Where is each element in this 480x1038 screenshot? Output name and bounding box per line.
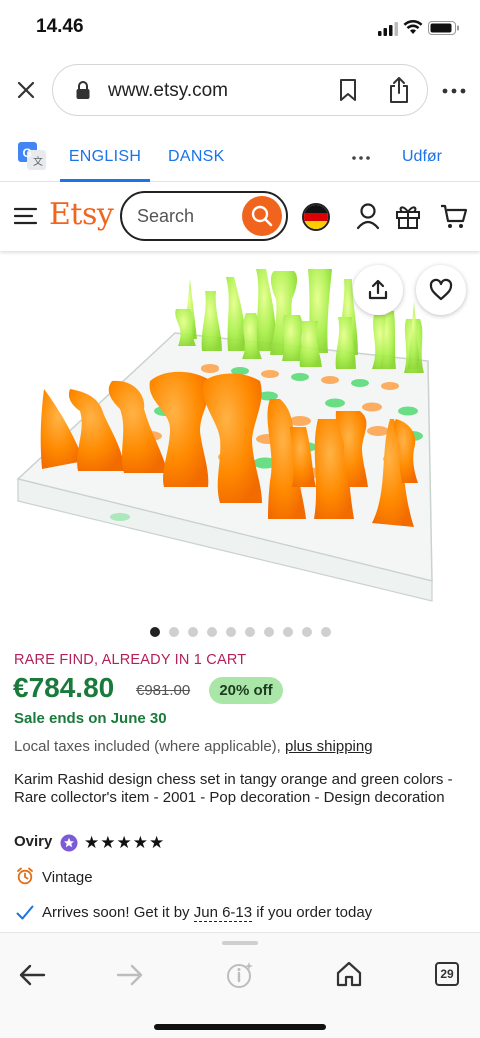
cart-icon[interactable] — [440, 202, 468, 230]
back-arrow-icon[interactable] — [18, 963, 46, 987]
gift-icon[interactable] — [395, 202, 421, 230]
product-title: Karim Rashid design chess set in tangy o… — [14, 771, 453, 806]
sale-price: €784.80 — [13, 672, 115, 703]
tab-english[interactable]: ENGLISH — [60, 132, 150, 182]
gallery-dot[interactable] — [245, 627, 255, 637]
address-bar[interactable]: www.etsy.com — [52, 64, 428, 116]
translate-done-button[interactable]: Udfør — [402, 148, 442, 166]
gallery-dot[interactable] — [188, 627, 198, 637]
svg-text:G: G — [23, 146, 32, 160]
search-placeholder: Search — [137, 206, 195, 226]
rare-find-badge: RARE FIND, ALREADY IN 1 CART — [14, 652, 247, 668]
chess-set-photo — [16, 269, 433, 602]
product-image[interactable] — [0, 251, 480, 623]
gallery-dot[interactable] — [264, 627, 274, 637]
url-text: www.etsy.com — [108, 80, 229, 101]
shipping-link[interactable]: plus shipping — [285, 738, 373, 755]
svg-text:文: 文 — [33, 155, 43, 168]
taxes-text: Local taxes included (where applicable), — [14, 738, 281, 755]
gallery-dot[interactable] — [283, 627, 293, 637]
share-button[interactable] — [353, 265, 403, 315]
vintage-tag: Vintage — [42, 869, 93, 886]
star-seller-badge-icon — [60, 834, 78, 852]
tab-dansk[interactable]: DANSK — [168, 148, 225, 166]
taxes-note: Local taxes included (where applicable),… — [14, 738, 373, 755]
status-time: 14.46 — [36, 16, 84, 37]
home-icon[interactable] — [335, 961, 363, 987]
gallery-dot[interactable] — [207, 627, 217, 637]
gallery-dot[interactable] — [226, 627, 236, 637]
etsy-logo[interactable]: Etsy — [49, 197, 114, 232]
search-input[interactable]: Search — [120, 191, 288, 241]
discount-badge: 20% off — [209, 677, 283, 704]
wifi-icon — [403, 19, 423, 34]
check-icon — [16, 905, 34, 920]
share-icon[interactable] — [388, 76, 410, 104]
bookmark-icon[interactable] — [338, 78, 358, 102]
arrival-estimate: Arrives soon! Get it by Jun 6-13 if you … — [42, 904, 373, 922]
search-button[interactable] — [242, 196, 282, 236]
arrival-suffix: if you order today — [256, 904, 373, 921]
original-price: €981.00 — [136, 682, 191, 699]
search-icon — [251, 205, 273, 227]
battery-icon — [428, 21, 459, 35]
shop-name[interactable]: Oviry — [14, 833, 52, 850]
gallery-dot[interactable] — [321, 627, 331, 637]
arrival-prefix: Arrives soon! Get it by — [42, 904, 190, 921]
menu-icon[interactable] — [14, 207, 38, 225]
gallery-dot[interactable] — [150, 627, 160, 637]
status-bar: 14.46 — [0, 0, 480, 56]
rating-stars[interactable]: ★★★★★ — [84, 833, 165, 853]
favorite-button[interactable] — [416, 265, 466, 315]
translate-more-icon[interactable] — [352, 156, 370, 160]
cellular-signal-icon — [378, 22, 398, 36]
lock-icon — [76, 81, 90, 99]
page-info-icon[interactable] — [226, 961, 254, 989]
arrival-dates[interactable]: Jun 6-13 — [193, 904, 253, 922]
browser-url-row: www.etsy.com — [0, 62, 480, 118]
share-icon — [368, 279, 388, 300]
account-icon[interactable] — [356, 202, 380, 230]
sale-ends-text: Sale ends on June 30 — [14, 710, 167, 727]
close-icon[interactable] — [14, 78, 38, 102]
google-translate-icon: G 文 — [18, 142, 46, 170]
alarm-clock-icon — [17, 867, 33, 885]
forward-arrow-icon[interactable] — [116, 963, 144, 987]
tabs-count-button[interactable]: 29 — [435, 962, 459, 986]
germany-flag-icon[interactable] — [302, 203, 330, 231]
translate-bar: G 文 ENGLISH DANSK Udfør — [0, 132, 480, 182]
etsy-header: Etsy Search — [0, 183, 480, 251]
more-options-icon[interactable] — [442, 88, 466, 94]
gallery-dot[interactable] — [302, 627, 312, 637]
gallery-dot[interactable] — [169, 627, 179, 637]
home-indicator — [154, 1024, 326, 1030]
sheet-grabber[interactable] — [222, 941, 258, 945]
browser-toolbar: 29 — [0, 932, 480, 1038]
heart-icon — [429, 278, 453, 301]
